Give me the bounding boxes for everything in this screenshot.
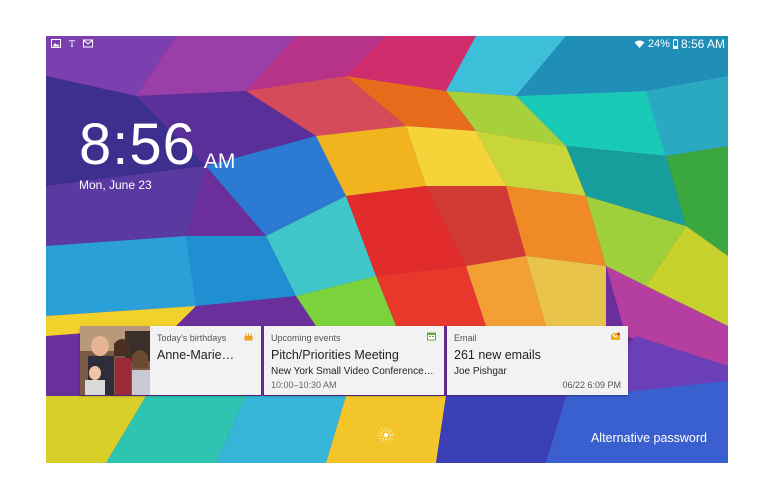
- cake-icon: [244, 333, 253, 341]
- battery-icon: [672, 39, 678, 49]
- status-time: 8:56 AM: [680, 37, 725, 51]
- email-count: 261 new emails: [454, 348, 541, 362]
- clock-time: 8:56: [79, 112, 196, 177]
- clock-ampm: AM: [203, 150, 236, 173]
- events-card-header: Upcoming events: [271, 333, 341, 343]
- email-notify-icon: [83, 39, 93, 48]
- email-card-header: Email: [454, 333, 477, 343]
- birthday-name: Anne-Marie…: [157, 348, 235, 362]
- nytimes-icon: T: [69, 40, 75, 48]
- lock-screen: T 24% 8:56 AM 8:56 AM Mon, June 23 Today…: [46, 36, 728, 463]
- unlock-ripple-icon[interactable]: [378, 427, 394, 443]
- event-time: 10:00–10:30 AM: [271, 380, 337, 390]
- email-icon: [611, 332, 620, 340]
- alternative-password-link[interactable]: Alternative password: [591, 431, 707, 445]
- birthday-card[interactable]: Today's birthdays Anne-Marie…: [80, 326, 261, 395]
- email-sender: Joe Pishgar: [454, 366, 507, 377]
- birthday-card-header: Today's birthdays: [157, 333, 227, 343]
- lock-clock: 8:56 AM: [79, 116, 235, 174]
- status-bar: T 24% 8:56 AM: [46, 36, 728, 53]
- email-card[interactable]: Email 261 new emails Joe Pishgar 06/22 6…: [447, 326, 628, 395]
- wallpaper: [46, 36, 728, 463]
- battery-percent: 24%: [647, 38, 670, 50]
- gallery-icon: [51, 39, 61, 48]
- events-card[interactable]: Upcoming events Pitch/Priorities Meeting…: [264, 326, 444, 395]
- svg-text:T: T: [69, 40, 75, 48]
- wifi-icon: [634, 40, 645, 48]
- event-title: Pitch/Priorities Meeting: [271, 348, 399, 362]
- birthday-photo: [80, 326, 150, 395]
- event-location: New York Small Video Conference…: [271, 366, 434, 377]
- clock-date: Mon, June 23: [79, 178, 152, 192]
- calendar-icon: [427, 332, 436, 341]
- email-datetime: 06/22 6:09 PM: [562, 380, 621, 390]
